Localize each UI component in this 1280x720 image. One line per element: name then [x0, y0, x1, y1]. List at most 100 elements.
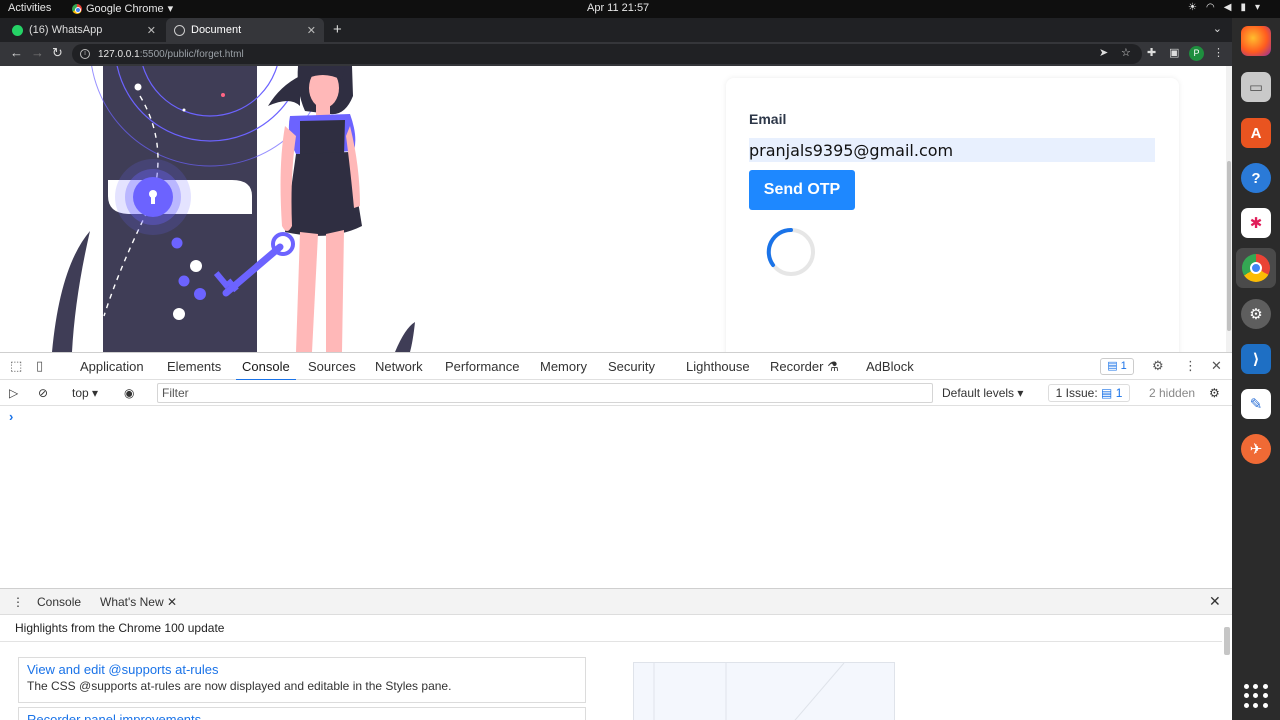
vscode-icon[interactable]: ⟩ — [1241, 344, 1271, 374]
issues-badge[interactable]: ▤ 1 — [1100, 358, 1134, 375]
close-icon[interactable]: ✕ — [147, 24, 156, 37]
whats-new-item[interactable]: View and edit @supports at-rules The CSS… — [18, 657, 586, 703]
side-panel-icon[interactable]: ▣ — [1169, 46, 1179, 59]
activities-button[interactable]: Activities — [8, 2, 51, 14]
extensions-icon[interactable]: ✚ — [1147, 46, 1156, 59]
preview-illustration — [653, 662, 845, 720]
tab-whatsapp[interactable]: (16) WhatsApp ✕ — [4, 18, 164, 42]
system-top-bar: Activities Google Chrome ▾ Apr 11 21:57 … — [0, 0, 1280, 18]
whats-new-item[interactable]: Recorder panel improvements — [18, 707, 586, 720]
email-label: Email — [749, 111, 787, 127]
tab-adblock[interactable]: AdBlock — [866, 359, 914, 374]
app-menu-label: Google Chrome — [86, 2, 164, 15]
tab-application[interactable]: Application — [80, 359, 144, 374]
profile-avatar[interactable]: P — [1189, 46, 1204, 61]
kebab-menu-icon[interactable]: ⋮ — [1213, 46, 1224, 59]
help-icon[interactable]: ? — [1241, 163, 1271, 193]
devtools-tab-bar: ⬚ ▯ Application Elements Console Sources… — [0, 352, 1232, 381]
sidebar-toggle-icon[interactable]: ▷ — [9, 386, 18, 400]
drawer-tab-whats-new[interactable]: What's New ✕ — [93, 595, 198, 617]
tab-title: (16) WhatsApp — [29, 24, 103, 36]
loading-spinner — [766, 227, 815, 276]
settings-gear-icon[interactable]: ⚙ — [1152, 358, 1164, 374]
slack-icon[interactable]: ✱ — [1241, 208, 1271, 238]
tab-security[interactable]: Security — [608, 359, 655, 374]
caret-down-icon: ▾ — [167, 3, 174, 15]
new-tab-button[interactable]: + — [333, 21, 342, 38]
browser-toolbar: ← → ↻ i 127.0.0.1:5500/public/forget.htm… — [0, 42, 1232, 66]
app-menu[interactable]: Google Chrome ▾ — [72, 2, 173, 15]
drawer-menu-icon[interactable]: ⋮ — [12, 595, 24, 609]
whats-new-item-title[interactable]: View and edit @supports at-rules — [27, 662, 577, 677]
close-devtools-icon[interactable]: ✕ — [1211, 358, 1222, 374]
console-prompt-icon[interactable]: › — [9, 409, 13, 424]
whats-new-item-desc: The CSS @supports at-rules are now displ… — [27, 679, 452, 693]
tab-console[interactable]: Console — [236, 359, 296, 381]
inspect-element-icon[interactable]: ⬚ — [10, 358, 22, 374]
chrome-icon[interactable] — [1236, 248, 1276, 288]
forward-icon[interactable]: → — [31, 45, 44, 60]
console-settings-icon[interactable]: ⚙ — [1209, 386, 1220, 400]
text-editor-icon[interactable]: ✎ — [1241, 389, 1271, 419]
whats-new-item-title[interactable]: Recorder panel improvements — [27, 712, 577, 720]
flask-icon: ⚗ — [827, 359, 839, 374]
system-tray[interactable]: ☀ ◠ ◀ ▮ ▾ — [1188, 2, 1260, 13]
console-filter-input[interactable]: Filter — [157, 383, 933, 403]
address-bar[interactable]: i 127.0.0.1:5500/public/forget.html — [72, 44, 1142, 64]
bookmark-star-icon[interactable]: ☆ — [1121, 46, 1131, 59]
battery-icon: ▮ — [1240, 2, 1246, 13]
software-center-icon[interactable]: A — [1241, 118, 1271, 148]
site-info-icon[interactable]: i — [80, 49, 90, 59]
hidden-messages-count: 2 hidden — [1149, 386, 1196, 400]
clear-console-icon[interactable]: ⊘ — [38, 386, 48, 400]
console-output[interactable]: › — [0, 406, 1232, 588]
back-icon[interactable]: ← — [10, 45, 23, 60]
tab-network[interactable]: Network — [375, 359, 423, 374]
message-icon: ▤ — [1107, 360, 1118, 372]
scrollbar-thumb[interactable] — [1224, 627, 1230, 655]
security-illustration — [52, 66, 415, 352]
close-icon[interactable]: ✕ — [167, 595, 177, 609]
close-drawer-icon[interactable]: ✕ — [1209, 593, 1221, 610]
forgot-password-card: Email Send OTP — [726, 78, 1179, 352]
whats-new-preview-image — [633, 662, 895, 720]
drawer-tab-console[interactable]: Console — [37, 595, 81, 609]
tab-recorder[interactable]: Recorder ⚗ — [770, 359, 839, 375]
url-text: 127.0.0.1:5500/public/forget.html — [98, 48, 244, 60]
context-selector[interactable]: top ▾ — [72, 386, 98, 400]
tab-lighthouse[interactable]: Lighthouse — [686, 359, 750, 374]
tab-sources[interactable]: Sources — [308, 359, 356, 374]
close-icon[interactable]: ✕ — [307, 24, 316, 37]
send-icon[interactable]: ➤ — [1099, 46, 1108, 59]
device-toolbar-icon[interactable]: ▯ — [36, 358, 43, 374]
power-menu-icon: ▾ — [1254, 2, 1260, 13]
settings-gear-icon[interactable]: ⚙ — [1241, 299, 1271, 329]
tab-memory[interactable]: Memory — [540, 359, 587, 374]
postman-icon[interactable]: ✈ — [1241, 434, 1271, 464]
firefox-icon[interactable] — [1241, 26, 1271, 56]
panel-scrollbar[interactable] — [1224, 619, 1230, 719]
tab-performance[interactable]: Performance — [445, 359, 519, 374]
brightness-icon: ☀ — [1188, 2, 1198, 13]
console-toolbar: ▷ ⊘ top ▾ ◉ Filter Default levels ▾ 1 Is… — [0, 380, 1232, 406]
whats-new-panel: Highlights from the Chrome 100 update Vi… — [0, 615, 1232, 720]
message-icon: ▤ — [1101, 386, 1113, 400]
live-expression-eye-icon[interactable]: ◉ — [124, 386, 134, 400]
log-levels-dropdown[interactable]: Default levels ▾ — [942, 386, 1023, 400]
kebab-menu-icon[interactable]: ⋮ — [1184, 358, 1197, 374]
show-apps-icon[interactable] — [1244, 684, 1268, 708]
app-dock: ▭ A ? ✱ ⚙ ⟩ ✎ ✈ — [1232, 18, 1280, 720]
tab-search-icon[interactable]: ⌄ — [1213, 22, 1222, 35]
wifi-icon: ◠ — [1206, 2, 1215, 13]
clock[interactable]: Apr 11 21:57 — [587, 2, 649, 14]
reload-icon[interactable]: ↻ — [52, 45, 63, 61]
tab-title: Document — [191, 24, 242, 36]
tab-elements[interactable]: Elements — [167, 359, 221, 374]
files-icon[interactable]: ▭ — [1241, 72, 1271, 102]
whats-new-heading: Highlights from the Chrome 100 update — [15, 621, 225, 635]
email-field[interactable] — [749, 138, 1155, 162]
issues-counter[interactable]: 1 Issue: ▤ 1 — [1048, 384, 1130, 402]
send-otp-button[interactable]: Send OTP — [749, 170, 855, 210]
scrollbar-thumb[interactable] — [1227, 161, 1231, 331]
tab-document[interactable]: Document ✕ — [166, 18, 324, 42]
